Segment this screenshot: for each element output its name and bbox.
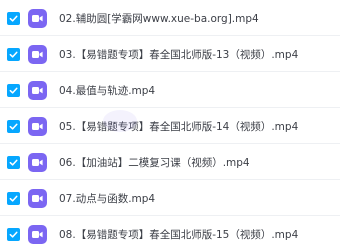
checkmark-icon <box>9 231 18 238</box>
file-name[interactable]: 05.【易错题专项】春全国北师版-14（视频）.mp4 <box>59 119 298 134</box>
list-item[interactable]: 06.【加油站】二模复习课（视频）.mp4 <box>0 144 340 180</box>
file-name[interactable]: 08.【易错题专项】春全国北师版-15（视频）.mp4 <box>59 227 298 242</box>
video-file-icon <box>28 152 47 172</box>
video-file-icon <box>28 116 47 136</box>
file-name[interactable]: 06.【加油站】二模复习课（视频）.mp4 <box>59 155 250 170</box>
checkbox[interactable] <box>7 119 20 133</box>
checkbox[interactable] <box>7 47 20 61</box>
checkmark-icon <box>9 195 18 202</box>
checkbox[interactable] <box>7 227 20 241</box>
video-file-icon <box>28 224 47 244</box>
video-file-icon <box>28 80 47 100</box>
checkmark-icon <box>9 87 18 94</box>
checkmark-icon <box>9 159 18 166</box>
file-name[interactable]: 02.辅助圆[学霸网www.xue-ba.org].mp4 <box>59 11 259 26</box>
file-list: 02.辅助圆[学霸网www.xue-ba.org].mp4 03.【易错题专项】… <box>0 0 340 252</box>
checkbox[interactable] <box>7 191 20 205</box>
list-item[interactable]: 02.辅助圆[学霸网www.xue-ba.org].mp4 <box>0 0 340 36</box>
video-file-icon <box>28 44 47 64</box>
checkbox[interactable] <box>7 155 20 169</box>
list-item[interactable]: 07.动点与函数.mp4 <box>0 180 340 216</box>
video-file-icon <box>28 8 47 28</box>
list-item[interactable]: 08.【易错题专项】春全国北师版-15（视频）.mp4 <box>0 216 340 252</box>
checkmark-icon <box>9 51 18 58</box>
file-name[interactable]: 04.最值与轨迹.mp4 <box>59 83 155 98</box>
list-item[interactable]: 04.最值与轨迹.mp4 <box>0 72 340 108</box>
list-item[interactable]: 03.【易错题专项】春全国北师版-13（视频）.mp4 <box>0 36 340 72</box>
video-file-icon <box>28 188 47 208</box>
checkmark-icon <box>9 123 18 130</box>
checkbox[interactable] <box>7 83 20 97</box>
list-item[interactable]: 05.【易错题专项】春全国北师版-14（视频）.mp4 <box>0 108 340 144</box>
checkmark-icon <box>9 15 18 22</box>
file-name[interactable]: 03.【易错题专项】春全国北师版-13（视频）.mp4 <box>59 47 298 62</box>
file-name[interactable]: 07.动点与函数.mp4 <box>59 191 155 206</box>
checkbox[interactable] <box>7 11 20 25</box>
